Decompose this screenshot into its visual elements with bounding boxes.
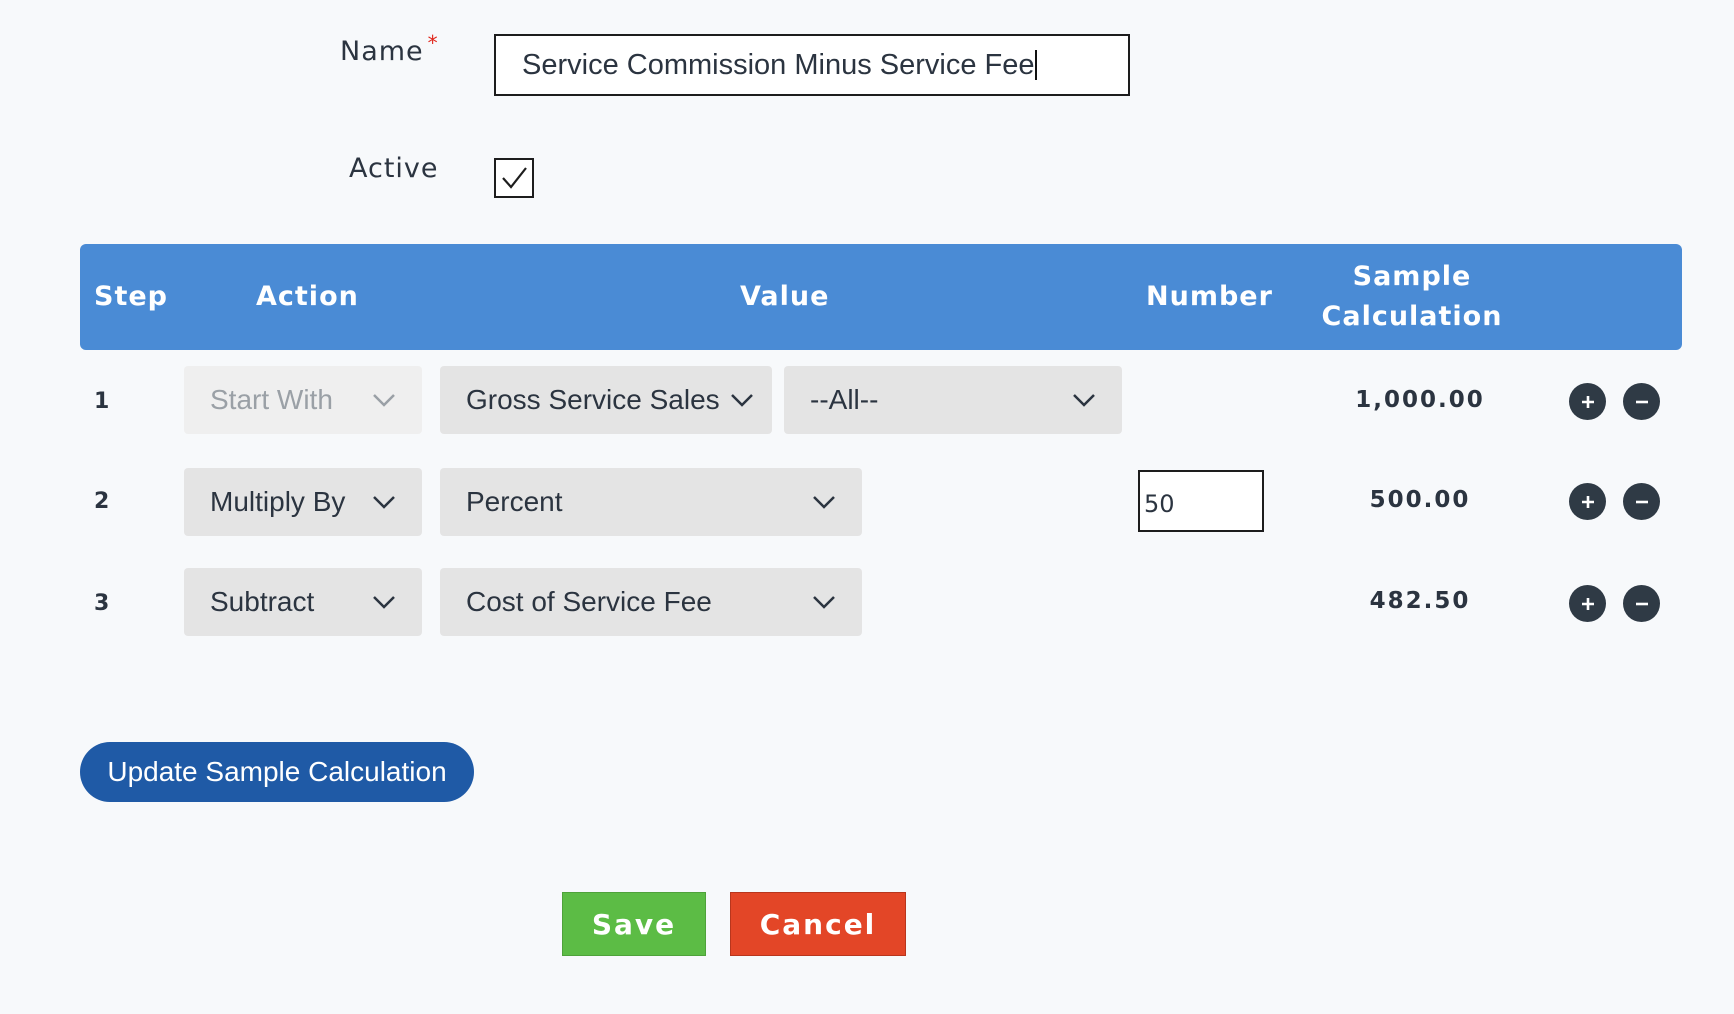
sample-calculation-value: 1,000.00	[1355, 387, 1485, 413]
action-select[interactable]: Multiply By	[184, 468, 422, 536]
update-sample-calculation-button[interactable]: Update Sample Calculation	[80, 742, 474, 802]
action-select-value: Subtract	[210, 586, 315, 617]
value-filter-select-value: --All--	[810, 384, 879, 415]
action-select: Start With	[184, 366, 422, 434]
plus-circle-icon	[1581, 395, 1594, 408]
add-step-button[interactable]	[1569, 585, 1606, 622]
value-select-value: Gross Service Sales	[466, 384, 720, 415]
chevron-down-icon	[1072, 393, 1096, 407]
minus-circle-icon	[1635, 602, 1648, 605]
chevron-down-icon	[372, 495, 396, 509]
header-number: Number	[1146, 281, 1273, 312]
value-select[interactable]: Gross Service Sales	[440, 366, 772, 434]
action-select-value: Multiply By	[210, 486, 346, 517]
name-input-value: Service Commission Minus Service Fee	[522, 48, 1035, 81]
plus-circle-icon	[1581, 495, 1594, 508]
step-number: 1	[94, 389, 110, 414]
remove-step-button[interactable]	[1623, 483, 1660, 520]
cancel-button[interactable]: Cancel	[730, 892, 906, 956]
name-label: Name *	[340, 31, 439, 67]
action-select[interactable]: Subtract	[184, 568, 422, 636]
add-step-button[interactable]	[1569, 383, 1606, 420]
number-input-value: 50	[1144, 490, 1175, 518]
chevron-down-icon	[372, 393, 396, 407]
name-label-text: Name	[340, 36, 424, 67]
active-label: Active	[349, 153, 439, 184]
active-checkbox[interactable]	[494, 158, 534, 198]
value-select[interactable]: Percent	[440, 468, 862, 536]
plus-circle-icon	[1581, 597, 1594, 610]
checkmark-icon	[502, 167, 527, 189]
chevron-down-icon	[812, 495, 836, 509]
chevron-down-icon	[812, 595, 836, 609]
minus-circle-icon	[1635, 400, 1648, 403]
value-select-value: Cost of Service Fee	[466, 586, 712, 617]
header-action: Action	[256, 281, 359, 312]
step-number: 3	[94, 591, 110, 616]
remove-step-button[interactable]	[1623, 383, 1660, 420]
name-input[interactable]: Service Commission Minus Service Fee	[494, 34, 1130, 96]
action-select-value: Start With	[210, 384, 333, 415]
save-button[interactable]: Save	[562, 892, 706, 956]
chevron-down-icon	[730, 393, 754, 407]
sample-calculation-value: 500.00	[1369, 487, 1471, 513]
header-sample-line1: Sample	[1352, 261, 1472, 292]
table-header: Step Action Value Number Sample Calculat…	[80, 244, 1682, 350]
add-step-button[interactable]	[1569, 483, 1606, 520]
remove-step-button[interactable]	[1623, 585, 1660, 622]
text-caret	[1035, 50, 1038, 80]
header-sample-calculation: Sample Calculation	[1322, 244, 1502, 350]
header-value: Value	[740, 281, 830, 312]
value-filter-select[interactable]: --All--	[784, 366, 1122, 434]
chevron-down-icon	[372, 595, 396, 609]
number-input[interactable]: 50	[1138, 470, 1264, 532]
value-select[interactable]: Cost of Service Fee	[440, 568, 862, 636]
header-step: Step	[94, 281, 168, 312]
minus-circle-icon	[1635, 500, 1648, 503]
required-marker: *	[427, 31, 439, 55]
sample-calculation-value: 482.50	[1369, 588, 1471, 614]
value-select-value: Percent	[466, 486, 563, 517]
step-number: 2	[94, 489, 110, 514]
header-sample-line2: Calculation	[1321, 301, 1503, 332]
